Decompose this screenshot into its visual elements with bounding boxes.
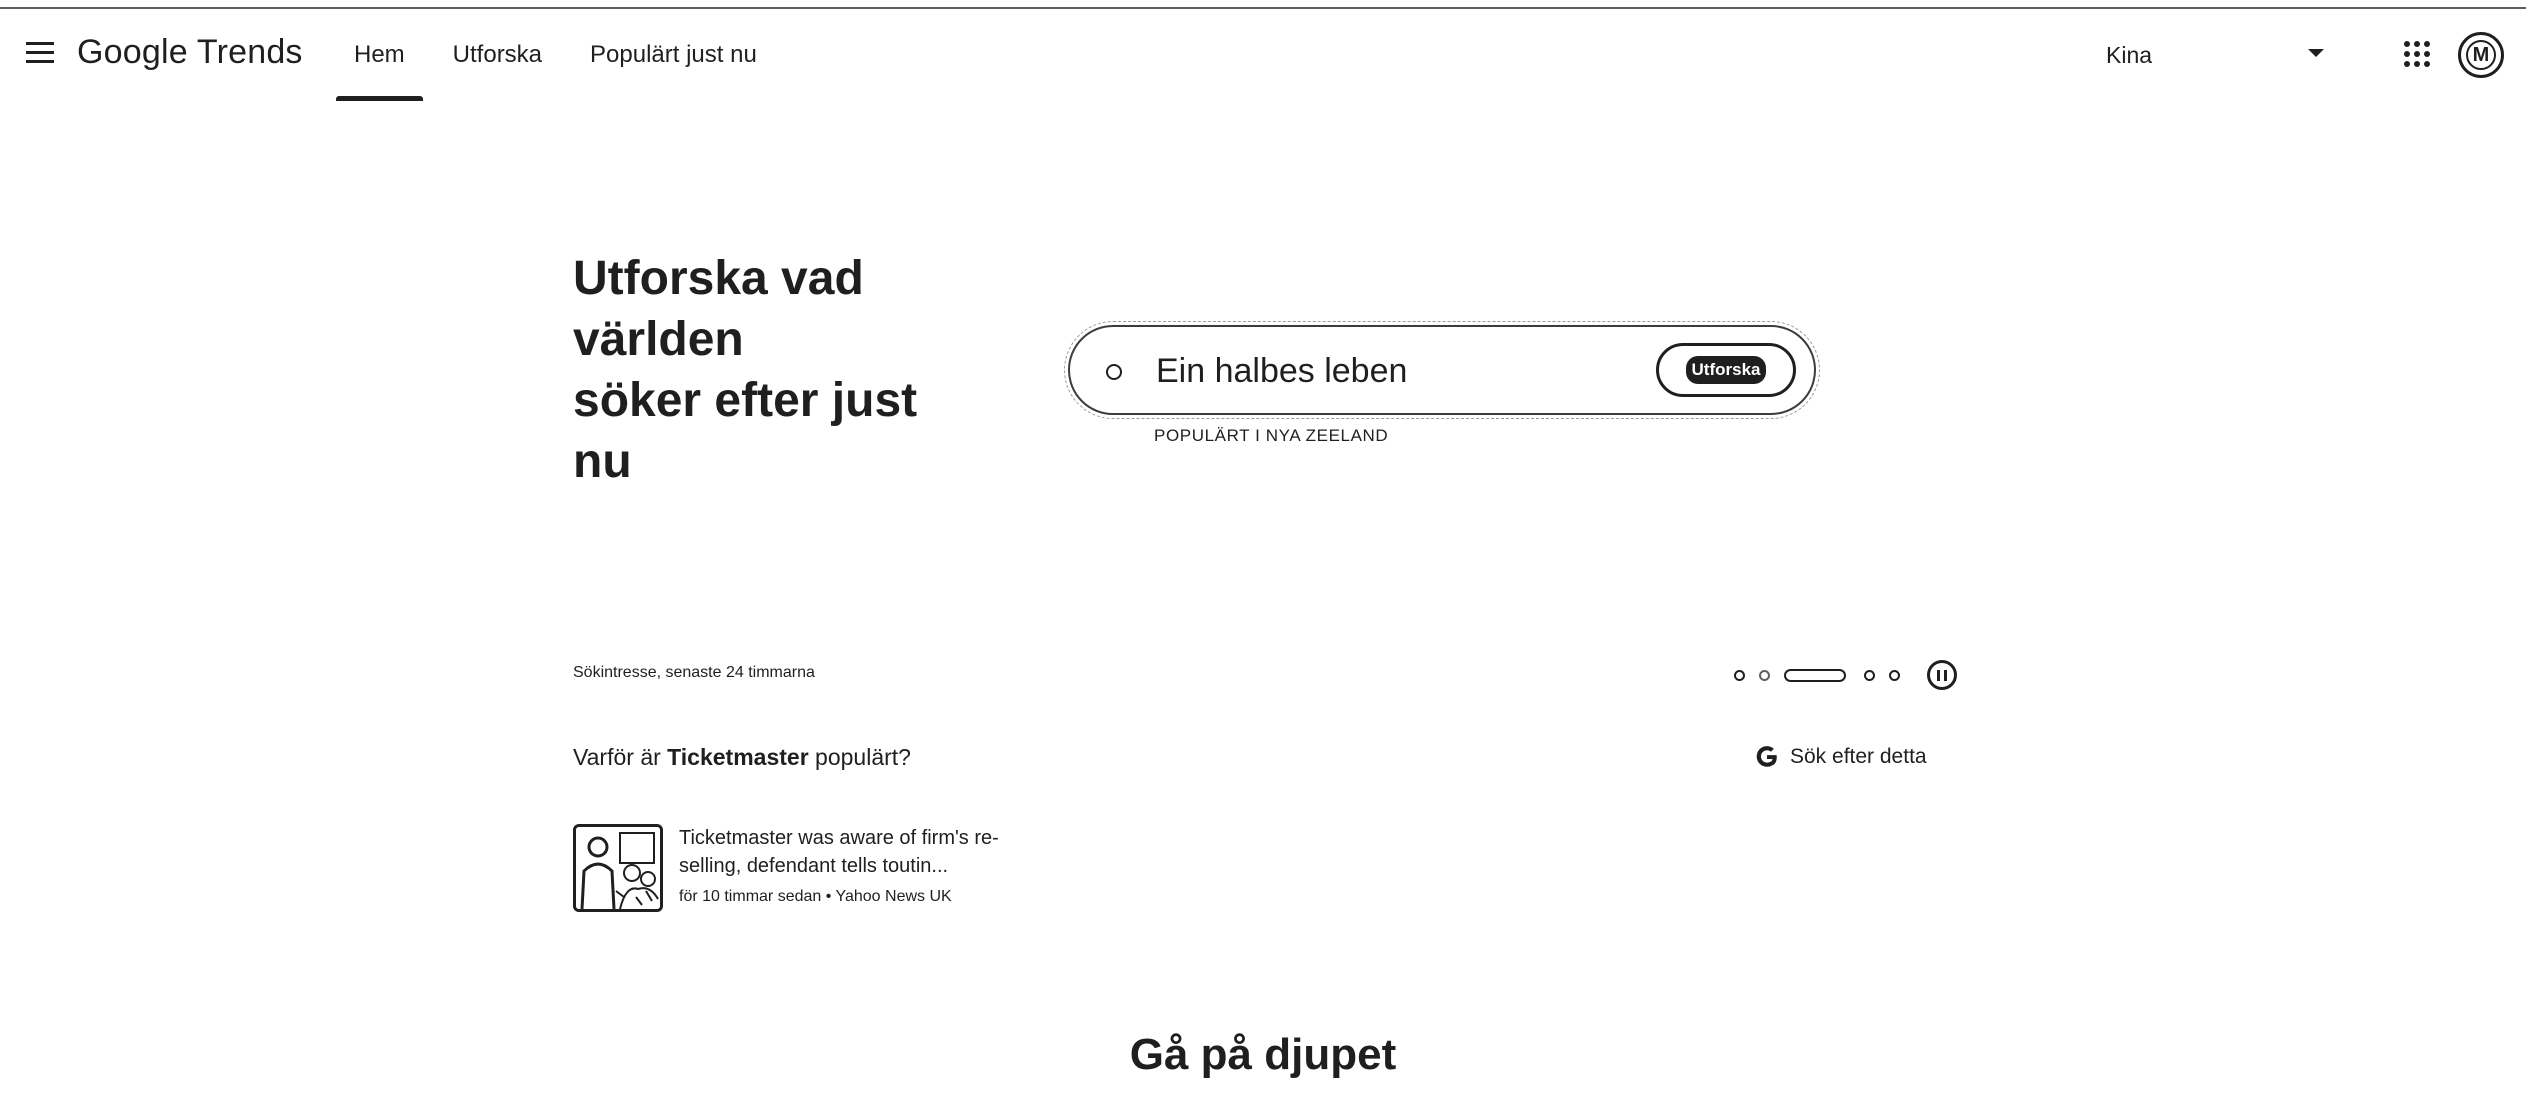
explore-button-label: Utforska — [1685, 356, 1767, 384]
carousel-indicator — [1734, 660, 1914, 690]
news-thumbnail — [573, 824, 663, 912]
search-box: Utforska — [1064, 321, 1820, 419]
google-g-icon — [1756, 746, 1777, 767]
hero-line-1: Utforska vad — [573, 252, 864, 305]
news-image-icon — [576, 827, 660, 909]
carousel-dot-1[interactable] — [1734, 669, 1745, 681]
pause-icon[interactable] — [1927, 660, 1957, 690]
tab-popular-now[interactable]: Populärt just nu — [566, 9, 781, 101]
google-trends-logo[interactable]: Google Trends — [77, 33, 303, 72]
carousel-dot-5[interactable] — [1889, 669, 1900, 681]
search-this-label: Sök efter detta — [1790, 745, 1927, 768]
why-prefix: Varför är — [573, 744, 668, 770]
carousel-dot-active[interactable] — [1784, 668, 1846, 682]
chevron-down-icon[interactable] — [2308, 49, 2324, 57]
hero-line-4: nu — [573, 435, 632, 488]
section-title: Gå på djupet — [1129, 1030, 1397, 1079]
explore-button[interactable]: Utforska — [1656, 343, 1796, 397]
apps-grid-icon[interactable] — [2404, 41, 2430, 67]
tab-utforska[interactable]: Utforska — [429, 9, 566, 101]
avatar[interactable]: M — [2458, 32, 2504, 78]
carousel-dot-4[interactable] — [1864, 669, 1875, 681]
hero-line-2: världen — [573, 313, 744, 366]
app-header: Google Trends Hem Utforska Populärt just… — [0, 9, 2526, 101]
interest-label: Sökintresse, senaste 24 timmarna — [573, 664, 815, 681]
region-select[interactable]: Kina — [2106, 33, 2326, 77]
avatar-letter: M — [2466, 40, 2496, 70]
why-term: Ticketmaster — [667, 744, 809, 770]
hero-line-3: söker efter just — [573, 374, 918, 427]
why-suffix: populärt? — [808, 744, 911, 770]
menu-icon[interactable] — [26, 42, 54, 66]
search-input[interactable] — [1156, 347, 1636, 395]
main-nav: Hem Utforska Populärt just nu — [330, 9, 781, 101]
tab-hem[interactable]: Hem — [330, 9, 429, 101]
trending-region-label: POPULÄRT I NYA ZEELAND — [1154, 426, 1389, 445]
why-popular-heading: Varför är Ticketmaster populärt? — [573, 744, 911, 771]
news-card[interactable]: Ticketmaster was aware of firm's re-sell… — [573, 822, 1093, 914]
carousel-dot-2[interactable] — [1759, 669, 1770, 681]
hero-title: Utforska vad världen söker efter just nu — [573, 248, 993, 492]
news-meta: för 10 timmar sedan • Yahoo News UK — [679, 888, 952, 905]
search-this-button[interactable]: Sök efter detta — [1754, 744, 1927, 770]
news-title[interactable]: Ticketmaster was aware of firm's re-sell… — [679, 824, 999, 880]
search-indicator-icon — [1106, 364, 1122, 380]
